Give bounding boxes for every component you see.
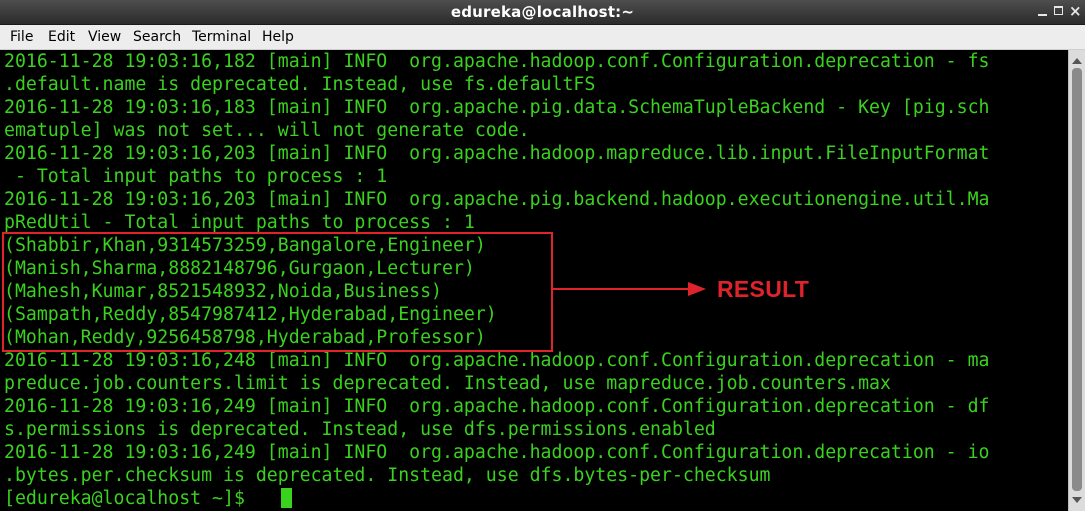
terminal-line: s.permissions is deprecated. Instead, us… — [4, 419, 716, 440]
terminal-line: preduce.job.counters.limit is deprecated… — [4, 373, 891, 394]
terminal-line: 2016-11-28 19:03:16,248 [main] INFO org.… — [4, 350, 990, 371]
result-arrow-icon — [553, 288, 688, 290]
terminal-line: - Total input paths to process : 1 — [4, 166, 388, 187]
terminal-line: 2016-11-28 19:03:16,249 [main] INFO org.… — [4, 396, 990, 417]
result-label: RESULT — [717, 276, 810, 302]
vertical-scrollbar[interactable] — [1068, 50, 1085, 511]
window-titlebar[interactable]: edureka@localhost:~ × — [0, 0, 1085, 25]
terminal-line: pRedUtil - Total input paths to process … — [4, 212, 475, 233]
menu-search[interactable]: Search — [133, 29, 181, 45]
terminal-line: .default.name is deprecated. Instead, us… — [4, 74, 596, 95]
minimize-icon[interactable] — [1036, 4, 1050, 18]
menu-file[interactable]: File — [10, 29, 33, 45]
scroll-down-arrow-icon[interactable] — [1072, 497, 1082, 503]
terminal-cursor — [281, 488, 292, 508]
menu-bar: File Edit View Search Terminal Help — [0, 25, 1085, 50]
result-highlight-box — [2, 232, 553, 352]
shell-prompt: [edureka@localhost ~]$ — [4, 488, 256, 509]
menu-help[interactable]: Help — [262, 29, 294, 45]
terminal-line: 2016-11-28 19:03:16,183 [main] INFO org.… — [4, 97, 990, 118]
terminal-line: .bytes.per.checksum is deprecated. Inste… — [4, 465, 771, 486]
menu-edit[interactable]: Edit — [48, 29, 75, 45]
maximize-icon[interactable] — [1052, 4, 1066, 18]
terminal-line: 2016-11-28 19:03:16,249 [main] INFO org.… — [4, 442, 990, 463]
scrollbar-thumb[interactable] — [1072, 68, 1082, 491]
window-title: edureka@localhost:~ — [450, 3, 635, 21]
result-arrowhead-icon — [688, 282, 706, 296]
terminal-line: 2016-11-28 19:03:16,182 [main] INFO org.… — [4, 51, 990, 72]
menu-terminal[interactable]: Terminal — [192, 29, 251, 45]
terminal-line: ematuple] was not set... will not genera… — [4, 120, 530, 141]
close-icon[interactable]: × — [1068, 2, 1082, 20]
terminal-line: 2016-11-28 19:03:16,203 [main] INFO org.… — [4, 143, 990, 164]
menu-view[interactable]: View — [88, 29, 121, 45]
scroll-up-arrow-icon[interactable] — [1072, 58, 1082, 64]
terminal-line: 2016-11-28 19:03:16,203 [main] INFO org.… — [4, 189, 990, 210]
